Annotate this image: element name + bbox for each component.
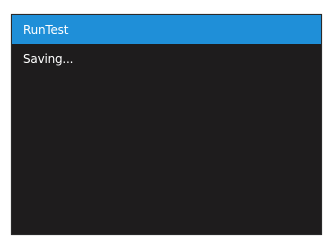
dialog-title: RunTest [23,22,69,37]
dialog-body: Saving... [12,44,321,234]
progress-dialog: RunTest Saving... [11,14,322,235]
status-message: Saving... [23,52,74,66]
dialog-titlebar[interactable]: RunTest [12,15,321,44]
